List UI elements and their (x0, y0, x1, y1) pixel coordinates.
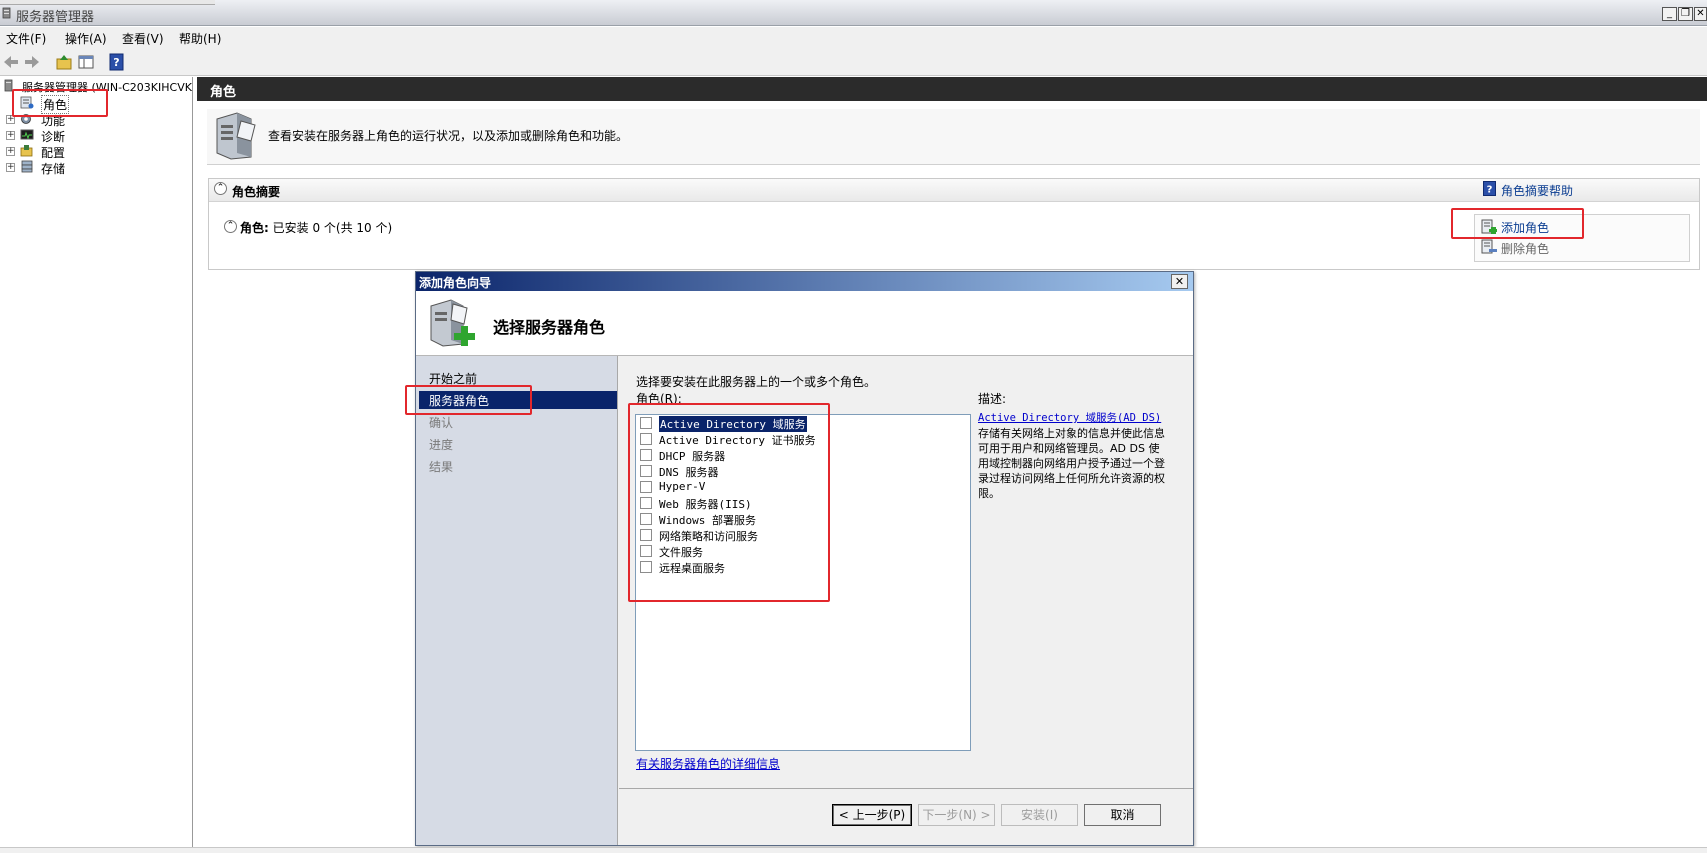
annotation-highlight-roles-list (628, 403, 830, 602)
back-button[interactable]: < 上一步(P) (832, 804, 912, 826)
toolbar (0, 49, 1707, 76)
cancel-button[interactable]: 取消 (1084, 804, 1161, 826)
back-arrow-icon[interactable] (2, 53, 20, 71)
expand-icon[interactable]: + (6, 163, 15, 172)
server-roles-icon (216, 112, 256, 160)
help-icon[interactable]: ? (108, 53, 126, 71)
window-title: 服务器管理器 (16, 10, 95, 25)
role-description: Active Directory 域服务(AD DS) 存储有关网络上对象的信息… (978, 410, 1168, 501)
collapse-summary-icon[interactable]: ⌃ (214, 182, 227, 195)
remove-role-icon (1481, 239, 1497, 254)
navigation-tree (0, 77, 193, 847)
storage-icon (21, 160, 33, 173)
wizard-step-confirmation: 确认 (429, 416, 454, 430)
dialog-heading: 选择服务器角色 (493, 318, 606, 337)
pane-header-title: 角色 (210, 85, 237, 100)
restore-button[interactable]: ❐ (1678, 7, 1693, 21)
tree-item-configuration[interactable]: + 配置 (0, 143, 193, 160)
dialog-button-divider (619, 788, 1193, 789)
pane-header: 角色 (197, 77, 1707, 101)
svg-text:?: ? (1487, 185, 1493, 196)
roles-summary-title: 角色摘要 (232, 185, 281, 199)
dialog-title-bar (416, 272, 1193, 291)
show-hide-tree-icon[interactable] (77, 53, 95, 71)
tree-item-storage[interactable]: + 存储 (0, 159, 193, 176)
menu-action[interactable]: 操作(A) (65, 30, 107, 47)
diagnostics-icon (20, 129, 34, 140)
roles-installed-line: 角色: 已安装 0 个(共 10 个) (240, 219, 392, 236)
menu-help[interactable]: 帮助(H) (179, 30, 221, 47)
close-window-button[interactable]: ✕ (1694, 7, 1707, 21)
server-manager-icon (2, 7, 11, 19)
more-about-server-roles-link[interactable]: 有关服务器角色的详细信息 (636, 755, 780, 772)
expand-icon[interactable]: + (6, 131, 15, 140)
info-description: 查看安装在服务器上角色的运行状况，以及添加或删除角色和功能。 (268, 129, 629, 143)
server-add-role-icon (430, 299, 475, 347)
dialog-close-button[interactable]: ✕ (1171, 274, 1188, 289)
collapse-roles-icon[interactable]: ⌃ (224, 220, 237, 233)
svg-text:?: ? (113, 56, 119, 69)
configuration-icon (20, 145, 33, 157)
up-folder-icon[interactable] (55, 53, 73, 71)
menu-bar (0, 27, 1707, 49)
wizard-step-progress: 进度 (429, 438, 454, 452)
tree-item-label: 存储 (41, 162, 66, 176)
dialog-title: 添加角色向导 (419, 276, 492, 290)
wizard-instruction: 选择要安装在此服务器上的一个或多个角色。 (636, 375, 877, 389)
help-icon: ? (1483, 181, 1496, 196)
expand-icon[interactable]: + (6, 147, 15, 156)
roles-summary-header (209, 179, 1699, 202)
status-bar (0, 847, 1707, 853)
remove-roles-link[interactable]: 删除角色 (1501, 240, 1549, 257)
minimize-button[interactable]: _ (1662, 7, 1677, 21)
roles-installed-count: 已安装 0 个(共 10 个) (272, 221, 393, 235)
window-title-bar (0, 0, 1707, 26)
wizard-step-results: 结果 (429, 460, 454, 474)
install-button: 安装(I) (1001, 804, 1078, 826)
role-description-body: 存储有关网络上对象的信息并使此信息可用于用户和网络管理员。AD DS 使用域控制… (978, 427, 1165, 500)
tree-item-diagnostics[interactable]: + 诊断 (0, 127, 193, 144)
annotation-highlight-roles (12, 89, 108, 117)
menu-file[interactable]: 文件(F) (6, 30, 46, 47)
roles-installed-label: 角色: (240, 221, 269, 235)
menu-view[interactable]: 查看(V) (122, 30, 164, 47)
tab-strip (0, 0, 215, 5)
next-button: 下一步(N) > (918, 804, 995, 826)
roles-summary-help-link[interactable]: 角色摘要帮助 (1501, 182, 1573, 199)
forward-arrow-icon[interactable] (23, 53, 41, 71)
role-description-link[interactable]: Active Directory 域服务(AD DS) (978, 412, 1161, 424)
annotation-highlight-add-roles (1451, 208, 1584, 239)
description-label: 描述: (978, 392, 1007, 406)
annotation-highlight-server-roles-step (405, 385, 532, 415)
